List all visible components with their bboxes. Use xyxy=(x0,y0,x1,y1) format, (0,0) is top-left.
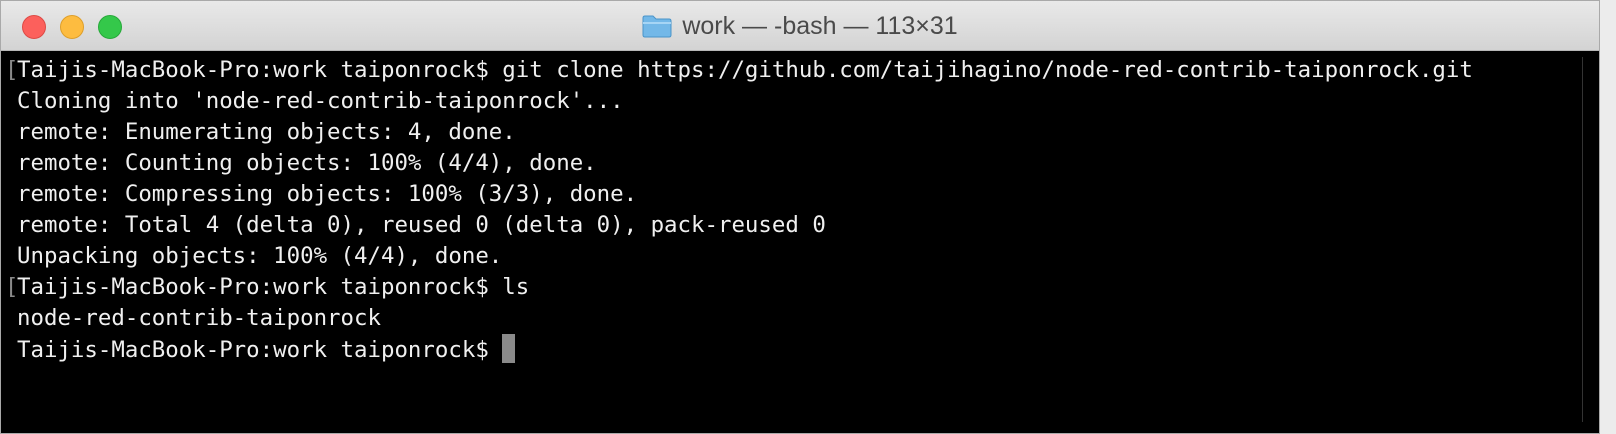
text-cursor xyxy=(502,334,516,363)
line-marker-icon: [ xyxy=(5,274,19,300)
terminal-line: [Taijis-MacBook-Pro:work taiponrock$ git… xyxy=(5,55,1599,86)
command-line: Taijis-MacBook-Pro:work taiponrock$ git … xyxy=(17,57,1473,83)
terminal-line: Unpacking objects: 100% (4/4), done. xyxy=(17,243,503,269)
terminal-line: [Taijis-MacBook-Pro:work taiponrock$ ls xyxy=(5,272,1599,303)
scrollbar-track[interactable] xyxy=(1582,57,1591,422)
prompt-text: Taijis-MacBook-Pro:work taiponrock$ xyxy=(17,337,503,363)
terminal-window: work — -bash — 113×31 [Taijis-MacBook-Pr… xyxy=(0,0,1600,434)
terminal-line: remote: Total 4 (delta 0), reused 0 (del… xyxy=(17,212,826,238)
command-line: Taijis-MacBook-Pro:work taiponrock$ ls xyxy=(17,274,530,300)
prompt-line: Taijis-MacBook-Pro:work taiponrock$ xyxy=(17,334,1599,366)
title-bar[interactable]: work — -bash — 113×31 xyxy=(1,1,1599,51)
window-title: work — -bash — 113×31 xyxy=(682,11,958,40)
terminal-line: node-red-contrib-taiponrock xyxy=(17,305,381,331)
terminal-output[interactable]: [Taijis-MacBook-Pro:work taiponrock$ git… xyxy=(1,51,1599,433)
window-title-container: work — -bash — 113×31 xyxy=(1,1,1599,51)
desktop-edge xyxy=(1600,0,1616,434)
line-marker-icon: [ xyxy=(5,57,19,83)
folder-icon xyxy=(642,14,672,38)
terminal-line: Cloning into 'node-red-contrib-taiponroc… xyxy=(17,88,624,114)
terminal-line: remote: Enumerating objects: 4, done. xyxy=(17,119,516,145)
terminal-line: remote: Counting objects: 100% (4/4), do… xyxy=(17,150,597,176)
terminal-line: remote: Compressing objects: 100% (3/3),… xyxy=(17,181,638,207)
